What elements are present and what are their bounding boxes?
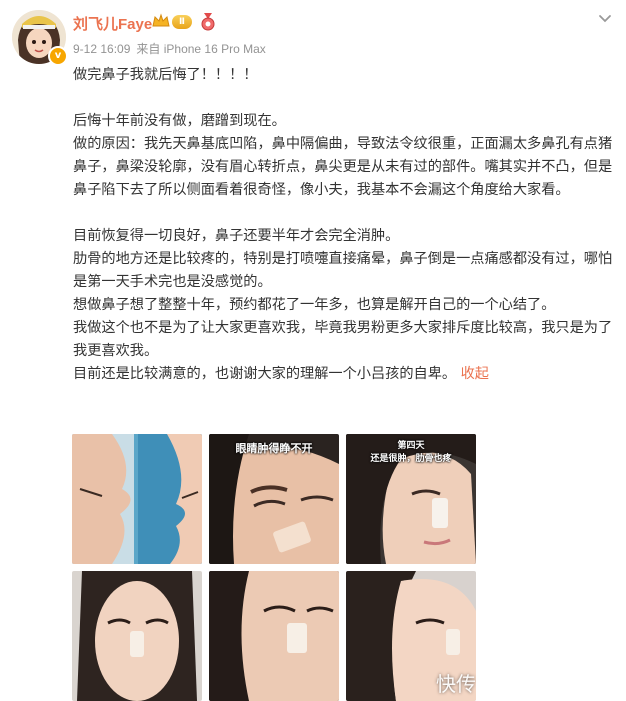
author-name[interactable]: 刘飞儿Faye xyxy=(73,13,152,34)
crown-icon xyxy=(152,13,170,27)
post-paragraph: 做完鼻子我就后悔了！！！！ xyxy=(73,67,258,83)
post-last-line: 目前还是比较满意的，也谢谢大家的理解一个小吕孩的自卑。 xyxy=(73,366,457,382)
level-badge-icon: Ⅱ xyxy=(172,15,192,29)
medal-icon xyxy=(201,13,215,31)
image-grid: 眼睛肿得睁不开 第四天 还是很肿，肋骨也疼 快传 xyxy=(72,434,477,701)
post-paragraph: 做的原因：我先天鼻基底凹陷，鼻中隔偏曲，导致法令纹很重，正面漏太多鼻孔有点猪鼻子… xyxy=(73,136,613,198)
post-paragraph: 肋骨的地方还是比较疼的，特别是打喷嚏直接痛晕，鼻子倒是一点痛感都没有过，哪怕是第… xyxy=(73,251,613,290)
post-paragraph: 我做这个也不是为了让大家更喜欢我，毕竟我男粉更多大家排斥度比较高，我只是为了我更… xyxy=(73,320,613,359)
post-source: 来自 iPhone 16 Pro Max xyxy=(136,42,266,56)
photo-caption: 眼睛肿得睁不开 xyxy=(235,442,313,455)
post-content: 做完鼻子我就后悔了！！！！ 后悔十年前没有做，磨蹭到现在。 做的原因：我先天鼻基… xyxy=(73,64,618,386)
collapse-link[interactable]: 收起 xyxy=(461,366,489,382)
chevron-down-icon[interactable] xyxy=(596,10,614,28)
closeup-bandage-photo[interactable] xyxy=(209,571,339,701)
verified-badge-icon: v xyxy=(48,46,68,66)
post-time[interactable]: 9-12 16:09 xyxy=(73,42,130,56)
photo-caption: 第四天 xyxy=(397,441,425,451)
side-selfie-photo[interactable]: 快传 xyxy=(346,571,476,701)
selfie-front-photo[interactable] xyxy=(72,571,202,701)
photo-caption: 还是很肿，肋骨也疼 xyxy=(370,454,452,464)
day-four-photo[interactable]: 第四天 还是很肿，肋骨也疼 xyxy=(346,434,476,564)
watermark: 快传 xyxy=(436,672,476,696)
post-paragraph: 想做鼻子想了整整十年，预约都花了一年多，也算是解开自己的一个心结了。 xyxy=(73,297,556,313)
swollen-eyes-photo[interactable]: 眼睛肿得睁不开 xyxy=(209,434,339,564)
post-meta: 9-12 16:09 来自 iPhone 16 Pro Max xyxy=(73,40,272,57)
post-paragraph: 后悔十年前没有做，磨蹭到现在。 xyxy=(73,113,286,129)
side-profile-photo[interactable] xyxy=(72,434,202,564)
post-paragraph: 目前还是比较满意的，也谢谢大家的理解一个小吕孩的自卑。 收起 xyxy=(73,363,618,386)
post-paragraph: 目前恢复得一切良好，鼻子还要半年才会完全消肿。 xyxy=(73,228,400,244)
